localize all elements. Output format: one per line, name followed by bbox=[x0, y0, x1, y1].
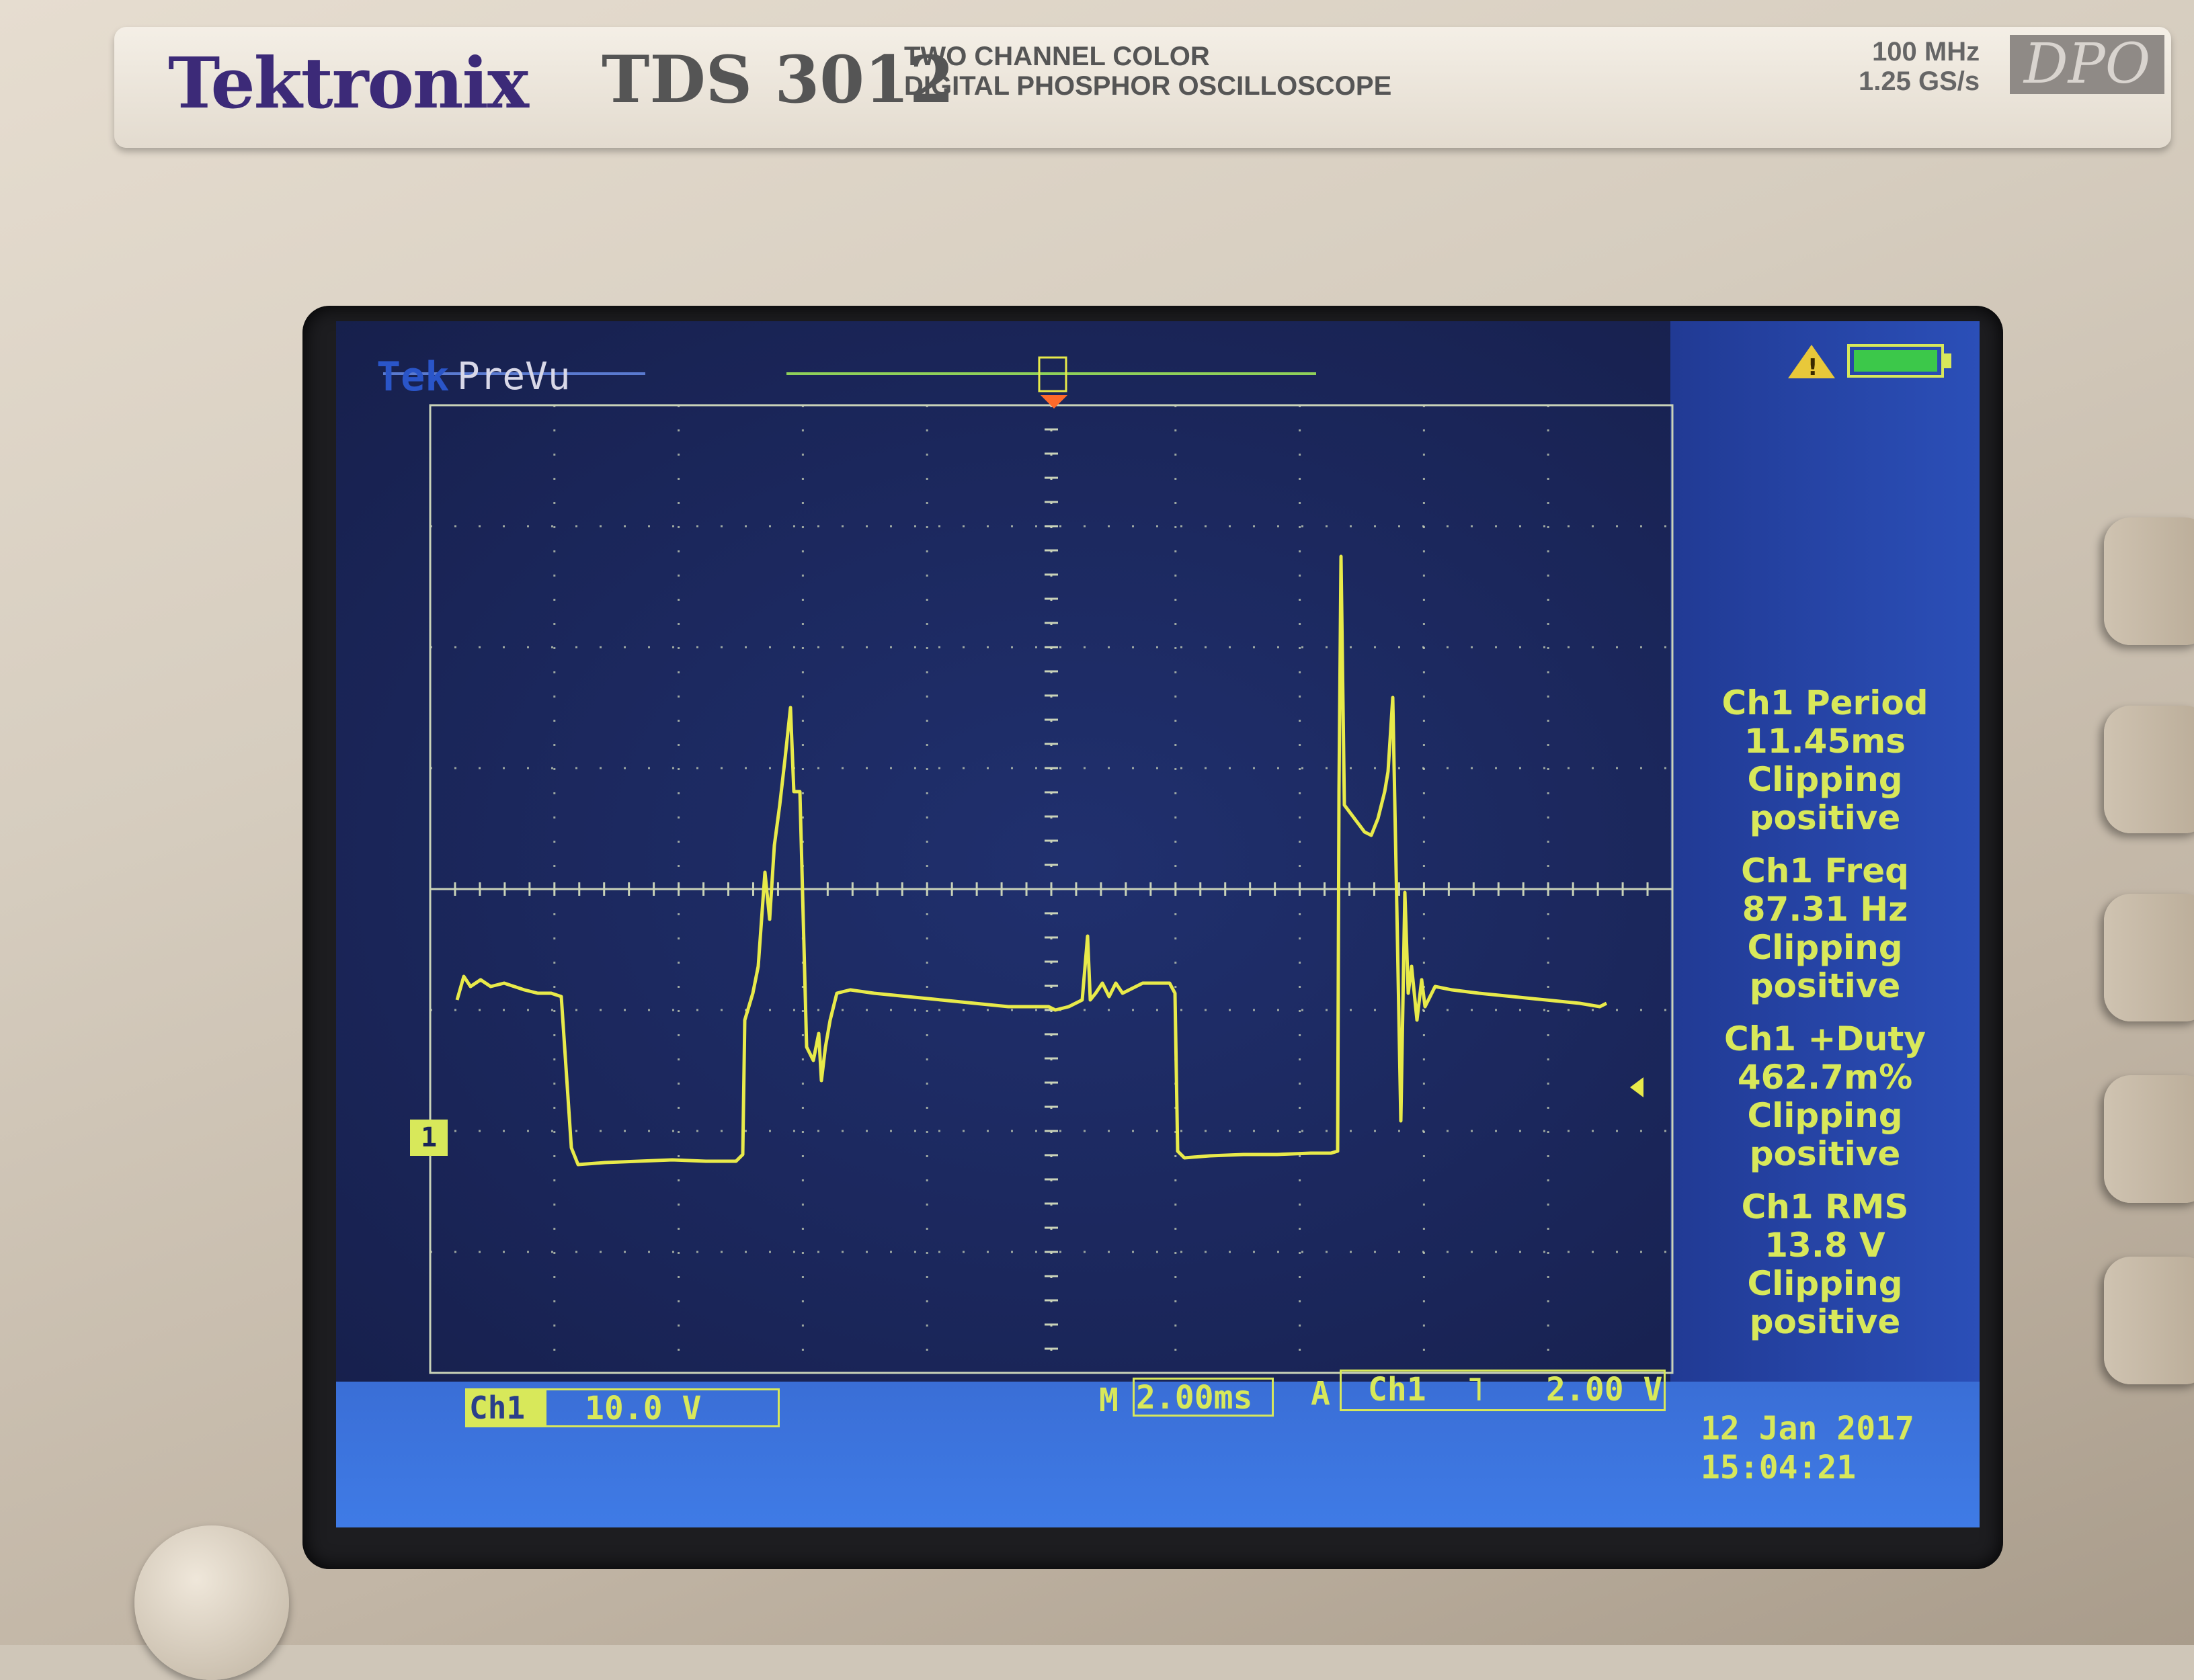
display-screen: Tek PreVu ! 1 Ch1 Period 11.45ms Clippin… bbox=[336, 321, 1980, 1527]
description-line-1: TWO CHANNEL COLOR bbox=[904, 42, 1210, 71]
measurement-status-detail: positive bbox=[1749, 1134, 1901, 1173]
menu-button-4[interactable] bbox=[2104, 1075, 2194, 1203]
measurement-title: Ch1 Freq bbox=[1741, 851, 1909, 890]
time-label: 15:04:21 bbox=[1701, 1449, 1857, 1486]
measurement-status: Clipping bbox=[1747, 760, 1903, 799]
menu-button-1[interactable] bbox=[2104, 517, 2194, 645]
menu-button-5[interactable] bbox=[2104, 1257, 2194, 1384]
trigger-slope-icon: ˥ bbox=[1465, 1371, 1485, 1409]
trigger-level: 2.00 V bbox=[1546, 1371, 1663, 1409]
trigger-position-icon[interactable] bbox=[1041, 395, 1067, 409]
volts-per-div: 10.0 V bbox=[585, 1390, 702, 1427]
date-label: 12 Jan 2017 bbox=[1701, 1410, 1914, 1447]
timebase-prefix: M bbox=[1099, 1382, 1119, 1419]
timebase-value: 2.00ms bbox=[1136, 1379, 1253, 1417]
model-name: TDS 3012 bbox=[602, 42, 954, 118]
bandwidth-label: 100 MHz bbox=[1872, 37, 1980, 67]
trigger-prefix: A bbox=[1311, 1375, 1330, 1413]
measurement-status: Clipping bbox=[1747, 1096, 1903, 1135]
measurement-status: Clipping bbox=[1747, 928, 1903, 967]
ch1-waveform-trace bbox=[455, 554, 1608, 1167]
sample-rate-label: 1.25 GS/s bbox=[1859, 67, 1980, 96]
svg-text:!: ! bbox=[1807, 354, 1818, 381]
measurement-status-detail: positive bbox=[1749, 966, 1901, 1005]
measurement-frequency[interactable]: Ch1 Freq 87.31 Hz Clipping positive bbox=[1684, 852, 1966, 1005]
brand-logo: Tektronix bbox=[168, 42, 529, 124]
measurement-period[interactable]: Ch1 Period 11.45ms Clipping positive bbox=[1684, 684, 1966, 837]
menu-button-3[interactable] bbox=[2104, 894, 2194, 1021]
measurement-rms[interactable]: Ch1 RMS 13.8 V Clipping positive bbox=[1684, 1188, 1966, 1341]
graticule bbox=[429, 404, 1674, 1374]
measurement-title: Ch1 RMS bbox=[1741, 1187, 1909, 1226]
trigger-level-icon[interactable] bbox=[1630, 1077, 1643, 1097]
measurement-duty[interactable]: Ch1 +Duty 462.7m% Clipping positive bbox=[1684, 1020, 1966, 1173]
printer-icon[interactable] bbox=[134, 1525, 289, 1680]
prevu-label: PreVu bbox=[457, 355, 571, 398]
warning-icon: ! bbox=[1788, 345, 1835, 381]
measurement-title: Ch1 +Duty bbox=[1724, 1019, 1926, 1058]
channel-badge[interactable]: Ch1 bbox=[465, 1388, 544, 1427]
measurement-value: 11.45ms bbox=[1744, 722, 1906, 761]
measurement-status-detail: positive bbox=[1749, 1302, 1901, 1341]
measurement-value: 13.8 V bbox=[1764, 1226, 1885, 1265]
measurement-status: Clipping bbox=[1747, 1264, 1903, 1303]
menu-button-2[interactable] bbox=[2104, 706, 2194, 833]
trigger-channel: Ch1 bbox=[1368, 1371, 1426, 1409]
spec-label: 100 MHz 1.25 GS/s bbox=[1859, 37, 1980, 96]
measurement-status-detail: positive bbox=[1749, 798, 1901, 837]
battery-icon bbox=[1847, 344, 1951, 378]
measurement-value: 462.7m% bbox=[1737, 1058, 1913, 1097]
tek-label: Tek bbox=[376, 353, 450, 401]
description-line-2: DIGITAL PHOSPHOR OSCILLOSCOPE bbox=[904, 71, 1392, 101]
measurement-title: Ch1 Period bbox=[1721, 683, 1928, 722]
channel-label: Ch1 bbox=[469, 1390, 526, 1426]
measurement-value: 87.31 Hz bbox=[1742, 890, 1908, 929]
dpo-badge: DPO bbox=[2010, 35, 2164, 94]
channel-1-ground-icon[interactable]: 1 bbox=[410, 1120, 448, 1156]
model-description: TWO CHANNEL COLOR DIGITAL PHOSPHOR OSCIL… bbox=[904, 42, 1509, 101]
